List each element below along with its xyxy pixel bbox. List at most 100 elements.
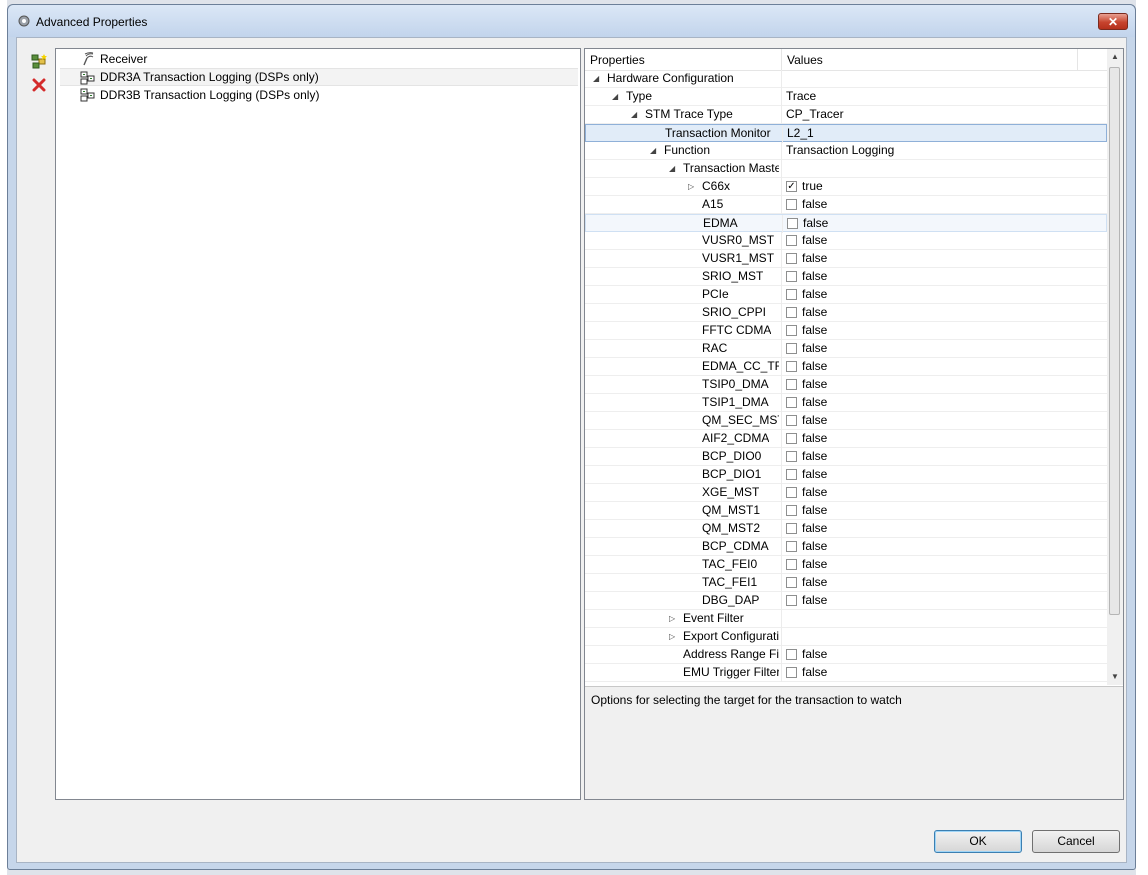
property-row[interactable]: ◢ Type Trace bbox=[585, 88, 1107, 106]
property-row[interactable]: BCP_DIO0 false bbox=[585, 448, 1107, 466]
property-row[interactable]: QM_SEC_MST false bbox=[585, 412, 1107, 430]
scroll-thumb[interactable] bbox=[1109, 67, 1120, 615]
property-checkbox[interactable] bbox=[786, 415, 797, 426]
property-row[interactable]: TSIP0_DMA false bbox=[585, 376, 1107, 394]
property-checkbox[interactable] bbox=[786, 361, 797, 372]
property-name: SRIO_MST bbox=[702, 269, 764, 283]
property-row[interactable]: PCIe false bbox=[585, 286, 1107, 304]
expanded-arrow-icon[interactable]: ◢ bbox=[650, 142, 660, 159]
property-row[interactable]: Address Range Filt false bbox=[585, 646, 1107, 664]
property-row[interactable]: ▷ Export Configurati bbox=[585, 628, 1107, 646]
property-row[interactable]: QM_MST2 false bbox=[585, 520, 1107, 538]
config-icon bbox=[80, 71, 95, 85]
property-value[interactable]: L2_1 bbox=[787, 125, 814, 142]
property-value: false bbox=[802, 503, 828, 517]
property-row[interactable]: ◢ Hardware Configuration bbox=[585, 70, 1107, 88]
property-row[interactable]: VUSR1_MST false bbox=[585, 250, 1107, 268]
tree-item-ddr3a[interactable]: DDR3A Transaction Logging (DSPs only) bbox=[60, 68, 578, 86]
property-checkbox[interactable]: ✓ bbox=[786, 181, 797, 192]
property-value[interactable]: CP_Tracer bbox=[786, 106, 844, 123]
property-checkbox[interactable] bbox=[787, 218, 798, 229]
property-row[interactable]: ▷ C66x ✓ true bbox=[585, 178, 1107, 196]
property-checkbox[interactable] bbox=[786, 253, 797, 264]
property-checkbox[interactable] bbox=[786, 577, 797, 588]
property-row[interactable]: ▷ Event Filter bbox=[585, 610, 1107, 628]
property-checkbox[interactable] bbox=[786, 289, 797, 300]
property-row[interactable]: A15 false bbox=[585, 196, 1107, 214]
tree-item-ddr3b[interactable]: DDR3B Transaction Logging (DSPs only) bbox=[60, 86, 578, 104]
add-config-icon[interactable] bbox=[29, 52, 49, 72]
property-checkbox[interactable] bbox=[786, 469, 797, 480]
vertical-scrollbar[interactable]: ▲ ▼ bbox=[1107, 49, 1123, 685]
title-bar[interactable]: Advanced Properties ✕ bbox=[8, 5, 1135, 37]
collapsed-arrow-icon[interactable]: ▷ bbox=[669, 610, 679, 627]
property-checkbox[interactable] bbox=[786, 235, 797, 246]
property-row[interactable]: XGE_MST false bbox=[585, 484, 1107, 502]
properties-panel: Properties Values ◢ Hardware Configuratio… bbox=[584, 48, 1124, 800]
property-row[interactable]: BCP_DIO1 false bbox=[585, 466, 1107, 484]
property-checkbox[interactable] bbox=[786, 397, 797, 408]
property-row[interactable]: EMU Trigger Filter false bbox=[585, 664, 1107, 682]
property-row[interactable]: TAC_FEI1 false bbox=[585, 574, 1107, 592]
property-value: false bbox=[802, 341, 828, 355]
property-name: SRIO_CPPI bbox=[702, 305, 767, 319]
property-name: EDMA bbox=[703, 216, 738, 230]
property-checkbox[interactable] bbox=[786, 451, 797, 462]
property-checkbox[interactable] bbox=[786, 379, 797, 390]
property-row[interactable]: VUSR0_MST false bbox=[585, 232, 1107, 250]
property-row[interactable]: DBG_DAP false bbox=[585, 592, 1107, 610]
column-header-properties[interactable]: Properties bbox=[590, 53, 645, 67]
property-name: EMU Trigger Filter bbox=[683, 665, 779, 679]
expanded-arrow-icon[interactable]: ◢ bbox=[669, 160, 679, 177]
property-checkbox[interactable] bbox=[786, 595, 797, 606]
property-value[interactable]: Transaction Logging bbox=[786, 142, 894, 159]
scroll-down-icon[interactable]: ▼ bbox=[1107, 669, 1123, 685]
property-row[interactable]: EDMA false bbox=[585, 214, 1107, 233]
expanded-arrow-icon[interactable]: ◢ bbox=[631, 106, 641, 123]
property-checkbox[interactable] bbox=[786, 505, 797, 516]
property-row[interactable]: QM_MST1 false bbox=[585, 502, 1107, 520]
property-row[interactable]: Transaction Monitor L2_1 bbox=[585, 124, 1107, 143]
property-row[interactable]: ◢ STM Trace Type CP_Tracer bbox=[585, 106, 1107, 124]
property-name: PCIe bbox=[702, 287, 729, 301]
delete-icon[interactable] bbox=[29, 75, 49, 95]
close-button[interactable]: ✕ bbox=[1098, 13, 1128, 30]
collapsed-arrow-icon[interactable]: ▷ bbox=[688, 178, 698, 195]
property-row[interactable]: ◢ Transaction Maste bbox=[585, 160, 1107, 178]
property-checkbox[interactable] bbox=[786, 649, 797, 660]
property-checkbox[interactable] bbox=[786, 667, 797, 678]
property-value: false bbox=[802, 359, 828, 373]
property-row[interactable]: RAC false bbox=[585, 340, 1107, 358]
property-value[interactable]: Trace bbox=[786, 88, 816, 105]
property-checkbox[interactable] bbox=[786, 541, 797, 552]
property-row[interactable]: ◢ Function Transaction Logging bbox=[585, 142, 1107, 160]
ok-button[interactable]: OK bbox=[934, 830, 1022, 853]
column-header-values[interactable]: Values bbox=[787, 53, 823, 67]
property-row[interactable]: EDMA_CC_TR false bbox=[585, 358, 1107, 376]
property-row[interactable]: TAC_FEI0 false bbox=[585, 556, 1107, 574]
property-row[interactable]: AIF2_CDMA false bbox=[585, 430, 1107, 448]
property-checkbox[interactable] bbox=[786, 523, 797, 534]
property-row[interactable]: BCP_CDMA false bbox=[585, 538, 1107, 556]
expanded-arrow-icon[interactable]: ◢ bbox=[612, 88, 622, 105]
property-checkbox[interactable] bbox=[786, 199, 797, 210]
expanded-arrow-icon[interactable]: ◢ bbox=[593, 70, 603, 87]
property-checkbox[interactable] bbox=[786, 271, 797, 282]
collapsed-arrow-icon[interactable]: ▷ bbox=[669, 628, 679, 645]
scroll-up-icon[interactable]: ▲ bbox=[1107, 49, 1123, 65]
property-checkbox[interactable] bbox=[786, 559, 797, 570]
property-value: false bbox=[802, 269, 828, 283]
property-checkbox[interactable] bbox=[786, 433, 797, 444]
property-value: false bbox=[802, 647, 828, 661]
configuration-tree[interactable]: Receiver DDR3A Transaction Logging (DSPs… bbox=[55, 48, 581, 800]
property-checkbox[interactable] bbox=[786, 307, 797, 318]
property-row[interactable]: SRIO_MST false bbox=[585, 268, 1107, 286]
property-row[interactable]: SRIO_CPPI false bbox=[585, 304, 1107, 322]
property-checkbox[interactable] bbox=[786, 487, 797, 498]
tree-item-receiver[interactable]: Receiver bbox=[60, 50, 578, 68]
cancel-button[interactable]: Cancel bbox=[1032, 830, 1120, 853]
property-checkbox[interactable] bbox=[786, 343, 797, 354]
property-row[interactable]: FFTC CDMA false bbox=[585, 322, 1107, 340]
property-checkbox[interactable] bbox=[786, 325, 797, 336]
property-row[interactable]: TSIP1_DMA false bbox=[585, 394, 1107, 412]
